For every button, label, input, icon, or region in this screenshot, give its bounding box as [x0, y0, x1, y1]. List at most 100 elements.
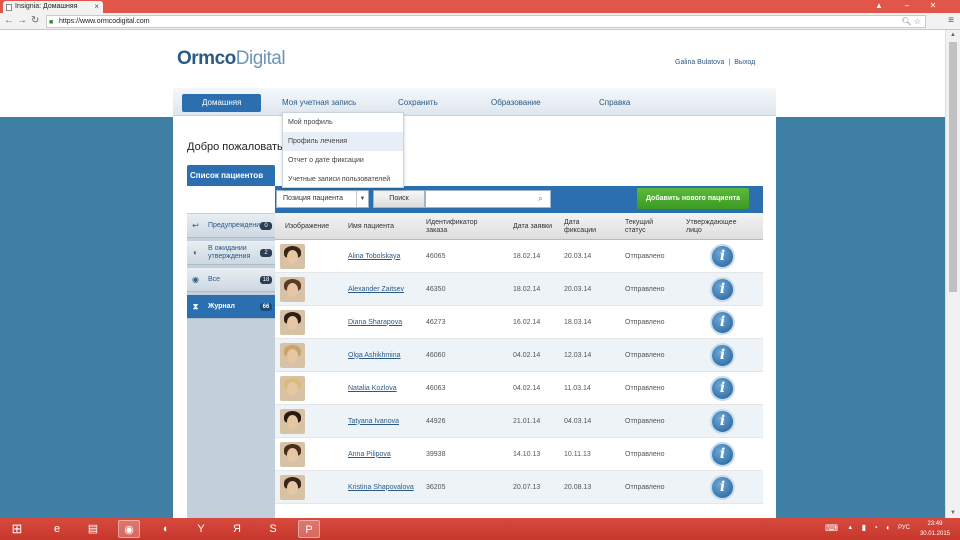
tray-arrow-icon[interactable]: ▴ [848, 523, 852, 531]
user-name[interactable]: Galina Bulatova [675, 59, 724, 66]
close-tab-icon[interactable]: × [94, 1, 99, 13]
info-icon[interactable]: i [710, 244, 735, 269]
chrome-icon[interactable]: ◉ [118, 520, 140, 538]
patient-photo[interactable] [280, 310, 305, 335]
photo-face [287, 415, 298, 429]
add-patient-button[interactable]: Добавить нового пациента [637, 188, 749, 209]
photo-face [287, 316, 298, 330]
ie-icon[interactable]: e [46, 520, 68, 538]
patient-name-link[interactable]: Olga Ashikhmina [348, 339, 418, 372]
col-approver[interactable]: Утверждающее лицо [686, 213, 752, 240]
menu-icon[interactable]: ≡ [948, 15, 954, 26]
nav-help[interactable]: Справка [599, 94, 630, 112]
url-input[interactable]: ■ https://www.ormcodigital.com 🔍︎ ☆ [46, 15, 926, 28]
info-icon[interactable]: i [710, 409, 735, 434]
info-icon[interactable]: i [710, 343, 735, 368]
patient-photo[interactable] [280, 475, 305, 500]
col-image[interactable]: Изображение [285, 213, 345, 240]
table-row[interactable]: Alexander Zaitsev 46350 18.02.14 20.03.14 От… [275, 273, 763, 306]
yandex-icon[interactable]: Я [226, 520, 248, 538]
sidebar-item-label: Предупреждения [208, 222, 264, 229]
info-icon[interactable]: i [710, 310, 735, 335]
patient-photo[interactable] [280, 244, 305, 269]
ormco-logo[interactable]: OrmcoDigital [177, 48, 286, 70]
order-id: 36205 [426, 483, 446, 491]
patient-photo[interactable] [280, 409, 305, 434]
col-status[interactable]: Текущий статус [625, 213, 675, 240]
patient-name-link[interactable]: Natalia Kozlova [348, 372, 418, 405]
reload-icon[interactable]: ↻ [31, 15, 39, 27]
search-button[interactable]: Поиск [373, 190, 425, 208]
nav-my-account[interactable]: Моя учетная запись [282, 94, 356, 112]
table-row[interactable]: Olga Ashikhmina 46060 04.02.14 12.03.14 Отпр… [275, 339, 763, 372]
table-row[interactable]: Natalia Kozlova 46063 04.02.14 11.03.14 Отпр… [275, 372, 763, 405]
table-row[interactable]: Diana Sharapova 46273 16.02.14 18.03.14 Отпр… [275, 306, 763, 339]
back-icon[interactable]: ← [4, 15, 14, 27]
sidebar-item-journal[interactable]: ⧗ Журнал 66 [187, 295, 275, 319]
folder-icon[interactable]: ▤ [82, 520, 104, 538]
yandex-browser-icon[interactable]: Y [190, 520, 212, 538]
col-fixation-date[interactable]: Дата фиксации [564, 213, 608, 240]
patient-name-link[interactable]: Diana Sharapova [348, 306, 418, 339]
speaker-app-icon[interactable]: ◖ [154, 520, 176, 538]
tab-patient-list[interactable]: Список пациентов [187, 165, 275, 186]
menu-item-fixation-report[interactable]: Отчет о дате фиксации [283, 151, 403, 170]
status-text: Отправлено [625, 417, 665, 425]
scroll-up-icon[interactable]: ▲ [950, 32, 956, 38]
patient-name-link[interactable]: Alexander Zaitsev [348, 273, 418, 306]
close-window-icon[interactable]: ✕ [920, 0, 946, 11]
clock[interactable]: 23:49 30.01.2015 [920, 519, 950, 539]
info-icon[interactable]: i [710, 277, 735, 302]
col-request-date[interactable]: Дата заявки [513, 213, 553, 240]
sidebar-item-all[interactable]: ◉ Все 18 [187, 268, 275, 292]
patient-filter-select[interactable]: Позиция пациента ▼ [276, 190, 369, 208]
search-icon[interactable]: ⌕ [538, 193, 543, 204]
sidebar-item-alerts[interactable]: ↩ Предупреждения 0 [187, 214, 275, 238]
logout-link[interactable]: Выход [734, 59, 755, 66]
info-icon[interactable]: i [710, 442, 735, 467]
language-indicator[interactable]: РУС [898, 525, 910, 531]
warning-icon: ↩ [192, 221, 199, 230]
nav-home[interactable]: Домашняя [182, 94, 262, 112]
scrollbar-thumb[interactable] [949, 42, 957, 292]
order-id: 46273 [426, 318, 446, 326]
info-icon[interactable]: i [710, 376, 735, 401]
col-order-id[interactable]: Идентификатор заказа [426, 213, 496, 240]
search-input[interactable] [425, 190, 551, 208]
battery-icon[interactable]: ▮ [862, 523, 866, 532]
volume-icon[interactable]: ◖ [885, 523, 890, 532]
info-icon[interactable]: i [710, 475, 735, 500]
table-row[interactable]: Tatyana Ivanova 44926 21.01.14 04.03.14 Отпр… [275, 405, 763, 438]
table-row[interactable]: Alina Tobolskaya 46065 18.02.14 20.03.14 Отп… [275, 240, 763, 273]
menu-item-my-profile[interactable]: Мой профиль [283, 113, 403, 132]
patient-name-link[interactable]: Anna Pilipova [348, 438, 418, 471]
patient-photo[interactable] [280, 343, 305, 368]
patient-name-link[interactable]: Kristina Shapovalova [348, 471, 418, 504]
patient-name-link[interactable]: Tatyana Ivanova [348, 405, 418, 438]
col-patient-name[interactable]: Имя пациента [348, 213, 418, 240]
patient-photo[interactable] [280, 442, 305, 467]
menu-item-treatment-profile[interactable]: Профиль лечения [283, 132, 403, 151]
zoom-star-icon[interactable]: 🔍︎ ☆ [901, 16, 921, 27]
patient-name-link[interactable]: Alina Tobolskaya [348, 240, 418, 273]
nav-education[interactable]: Образование [491, 94, 541, 112]
scroll-down-icon[interactable]: ▼ [950, 510, 956, 516]
patient-photo[interactable] [280, 376, 305, 401]
fixation-date: 20.03.14 [564, 285, 592, 293]
start-icon[interactable]: ⊞ [4, 520, 30, 538]
keyboard-icon[interactable]: ⌨ [825, 523, 838, 534]
patient-photo[interactable] [280, 277, 305, 302]
skype-icon[interactable]: S [262, 520, 284, 538]
table-row[interactable]: Anna Pilipova 39938 14.10.13 10.11.13 Отправ… [275, 438, 763, 471]
browser-tab[interactable]: Insignia: Домашняя × [3, 1, 103, 13]
powerpoint-icon[interactable]: P [298, 520, 320, 538]
person-icon[interactable]: ▲ [866, 0, 892, 11]
table-row[interactable]: Kristina Shapovalova 36205 20.07.13 20.08.1… [275, 471, 763, 504]
minimize-icon[interactable]: – [894, 0, 920, 11]
menu-item-user-accounts[interactable]: Учетные записи пользователей [283, 170, 403, 189]
nav-save[interactable]: Сохранить [398, 94, 438, 112]
forward-icon[interactable]: → [17, 15, 27, 27]
network-icon[interactable]: ◔ [873, 523, 878, 532]
page-scrollbar[interactable]: ▲ ▼ [945, 30, 960, 518]
sidebar-item-pending[interactable]: ◐ В ожидании утверждения 2 [187, 241, 275, 265]
